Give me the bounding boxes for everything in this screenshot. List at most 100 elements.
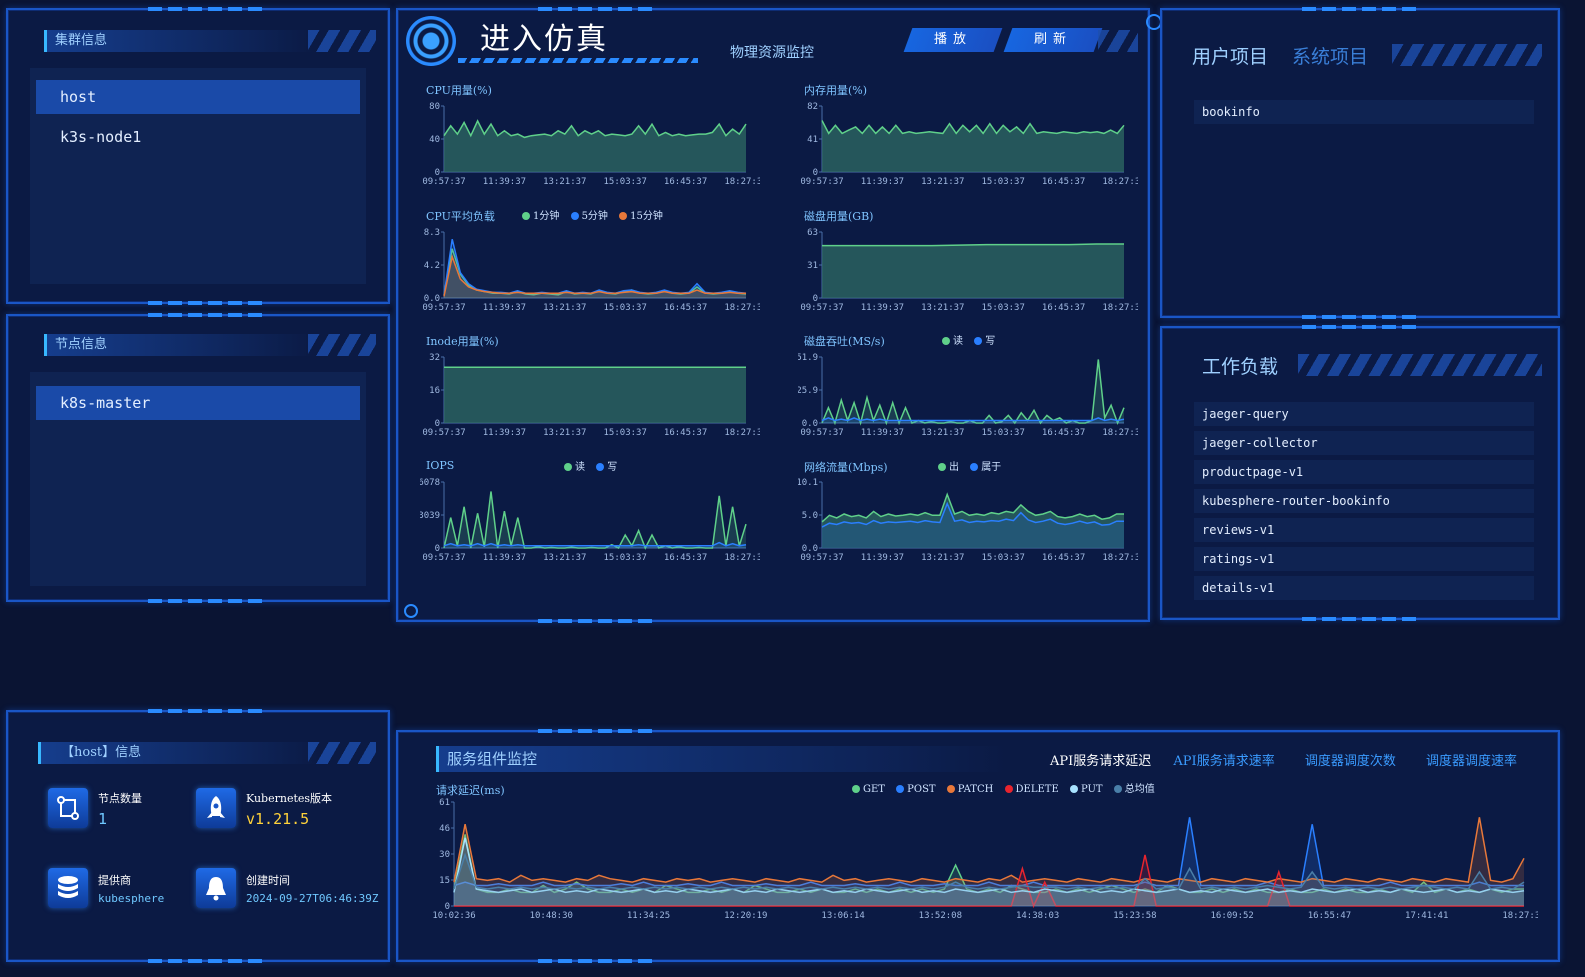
tab-api-latency[interactable]: API服务请求延迟: [1050, 754, 1151, 769]
x-tick-label: 13:21:37: [543, 177, 586, 187]
y-tick-label: 6078: [420, 478, 440, 488]
x-tick-label: 18:27:37: [1102, 553, 1138, 563]
legend-latency: GET POST PATCH DELETE PUT 总均值: [844, 780, 1155, 795]
node-panel-title: 节点信息: [44, 334, 315, 356]
y-tick-label: 40: [429, 135, 440, 145]
series-area: [444, 120, 746, 172]
cluster-item-k3s-node1[interactable]: k3s-node1: [36, 120, 360, 154]
legend-label-avg: 总均值: [1124, 784, 1155, 795]
x-tick-label: 09:57:37: [422, 553, 465, 563]
header-title[interactable]: 进入仿真: [480, 14, 608, 58]
host-info-panel: 【host】信息 节点数量 1 Kubernetes版本 v1.21.5 提供商…: [6, 709, 390, 963]
workload-item[interactable]: jaeger-query: [1194, 402, 1534, 426]
legend-dot-out: [938, 463, 946, 471]
y-tick-label: 10.1: [798, 478, 818, 488]
inode-usage-chart: 3216009:57:37 11:39:37 13:21:37 15:03:37 16:…: [422, 353, 760, 438]
database-icon: [48, 868, 88, 908]
legend-iops: 读 写: [556, 458, 617, 473]
legend-label-delete: DELETE: [1015, 784, 1059, 795]
x-tick-label: 09:57:37: [800, 177, 843, 187]
y-tick-label: 15: [439, 876, 450, 886]
x-tick-label: 11:39:37: [861, 177, 904, 187]
workload-item[interactable]: reviews-v1: [1194, 518, 1534, 542]
series-area: [822, 503, 1124, 548]
x-tick-label: 09:57:37: [422, 428, 465, 438]
workload-item[interactable]: productpage-v1: [1194, 460, 1534, 484]
x-tick-label: 16:45:37: [664, 553, 707, 563]
legend-label-in: 属于: [981, 462, 1002, 473]
x-tick-label: 13:21:37: [921, 553, 964, 563]
x-tick-label: 15:03:37: [604, 553, 647, 563]
title-stripes: [1298, 354, 1542, 376]
legend-network: 出 属于: [930, 458, 1001, 473]
rocket-icon: [196, 788, 236, 828]
chart-title-disk-throughput: 磁盘吞吐(MS/s): [804, 335, 885, 348]
host-info-title: 【host】信息: [38, 742, 321, 764]
y-tick-label: 3039: [420, 511, 440, 521]
title-stripes: [308, 742, 376, 764]
y-tick-label: 30: [439, 850, 450, 860]
cluster-item-host[interactable]: host: [36, 80, 360, 114]
x-tick-label: 15:03:37: [982, 553, 1025, 563]
legend-dot-15min: [619, 212, 628, 220]
created-value: 2024-09-27T06:46:39Z: [246, 892, 379, 905]
header-underline: [458, 58, 698, 63]
tab-user-projects[interactable]: 用户项目: [1192, 42, 1268, 69]
y-tick-label: 82: [807, 102, 818, 112]
title-stripes: [1392, 44, 1542, 66]
chart-title-cpu-load: CPU平均负载: [426, 210, 495, 223]
workload-item[interactable]: jaeger-collector: [1194, 431, 1534, 455]
play-button-label: 播放: [933, 32, 972, 47]
workload-panel: 工作负载 jaeger-query jaeger-collector produ…: [1160, 325, 1560, 621]
x-tick-label: 16:45:37: [664, 428, 707, 438]
series-area: [822, 244, 1124, 298]
legend-label-read: 读: [575, 462, 585, 473]
node-count-value: 1: [98, 810, 108, 828]
play-button[interactable]: 播放: [903, 28, 1003, 52]
legend-label-write: 写: [985, 336, 996, 347]
title-stripes: [308, 334, 376, 356]
x-tick-label: 13:21:37: [921, 303, 964, 313]
x-tick-label: 13:21:37: [543, 553, 586, 563]
workload-item[interactable]: kubesphere-router-bookinfo: [1194, 489, 1534, 513]
cluster-list: host k3s-node1: [30, 68, 366, 284]
legend-label-write: 写: [607, 462, 618, 473]
workload-item[interactable]: details-v1: [1194, 576, 1534, 600]
series-line: [453, 817, 1524, 887]
x-tick-label: 11:39:37: [861, 303, 904, 313]
x-tick-label: 15:23:58: [1113, 911, 1156, 921]
x-tick-label: 13:06:14: [821, 911, 864, 921]
project-item-bookinfo[interactable]: bookinfo: [1194, 100, 1534, 124]
legend-label-1min: 1分钟: [533, 211, 560, 222]
k8s-version-value: v1.21.5: [246, 810, 310, 828]
cpu-load-chart: 8.34.20.009:57:37 11:39:37 13:21:37 15:03:3…: [422, 228, 760, 313]
series-line: [453, 817, 1525, 883]
workload-item[interactable]: ratings-v1: [1194, 547, 1534, 571]
x-tick-label: 16:45:37: [1042, 303, 1085, 313]
x-tick-label: 16:45:37: [664, 303, 707, 313]
y-tick-label: 41: [807, 135, 818, 145]
tab-system-projects[interactable]: 系统项目: [1292, 42, 1368, 69]
node-item-k8s-master[interactable]: k8s-master: [36, 386, 360, 420]
x-tick-label: 11:39:37: [483, 428, 526, 438]
tab-scheduler-count[interactable]: 调度器调度次数: [1305, 754, 1396, 769]
legend-dot-delete: [1004, 785, 1013, 793]
project-list: bookinfo: [1194, 100, 1534, 129]
y-tick-label: 31: [807, 261, 818, 271]
legend-label-get: GET: [863, 784, 885, 795]
x-tick-label: 09:57:37: [422, 303, 465, 313]
x-tick-label: 18:27:37: [1102, 428, 1138, 438]
x-tick-label: 16:45:37: [1042, 428, 1085, 438]
legend-label-5min: 5分钟: [581, 211, 608, 222]
chart-title-network: 网络流量(Mbps): [804, 461, 888, 474]
legend-dot-put: [1069, 785, 1078, 793]
x-tick-label: 17:41:41: [1405, 911, 1448, 921]
tab-api-rate[interactable]: API服务请求速率: [1173, 754, 1274, 769]
title-stripes: [308, 30, 376, 52]
x-tick-label: 11:39:37: [861, 428, 904, 438]
k8s-version-label: Kubernetes版本: [246, 792, 333, 805]
refresh-button[interactable]: 刷新: [1003, 28, 1103, 52]
provider-value: kubesphere: [98, 892, 165, 905]
tab-scheduler-rate[interactable]: 调度器调度速率: [1426, 754, 1517, 769]
series-area: [444, 239, 746, 298]
